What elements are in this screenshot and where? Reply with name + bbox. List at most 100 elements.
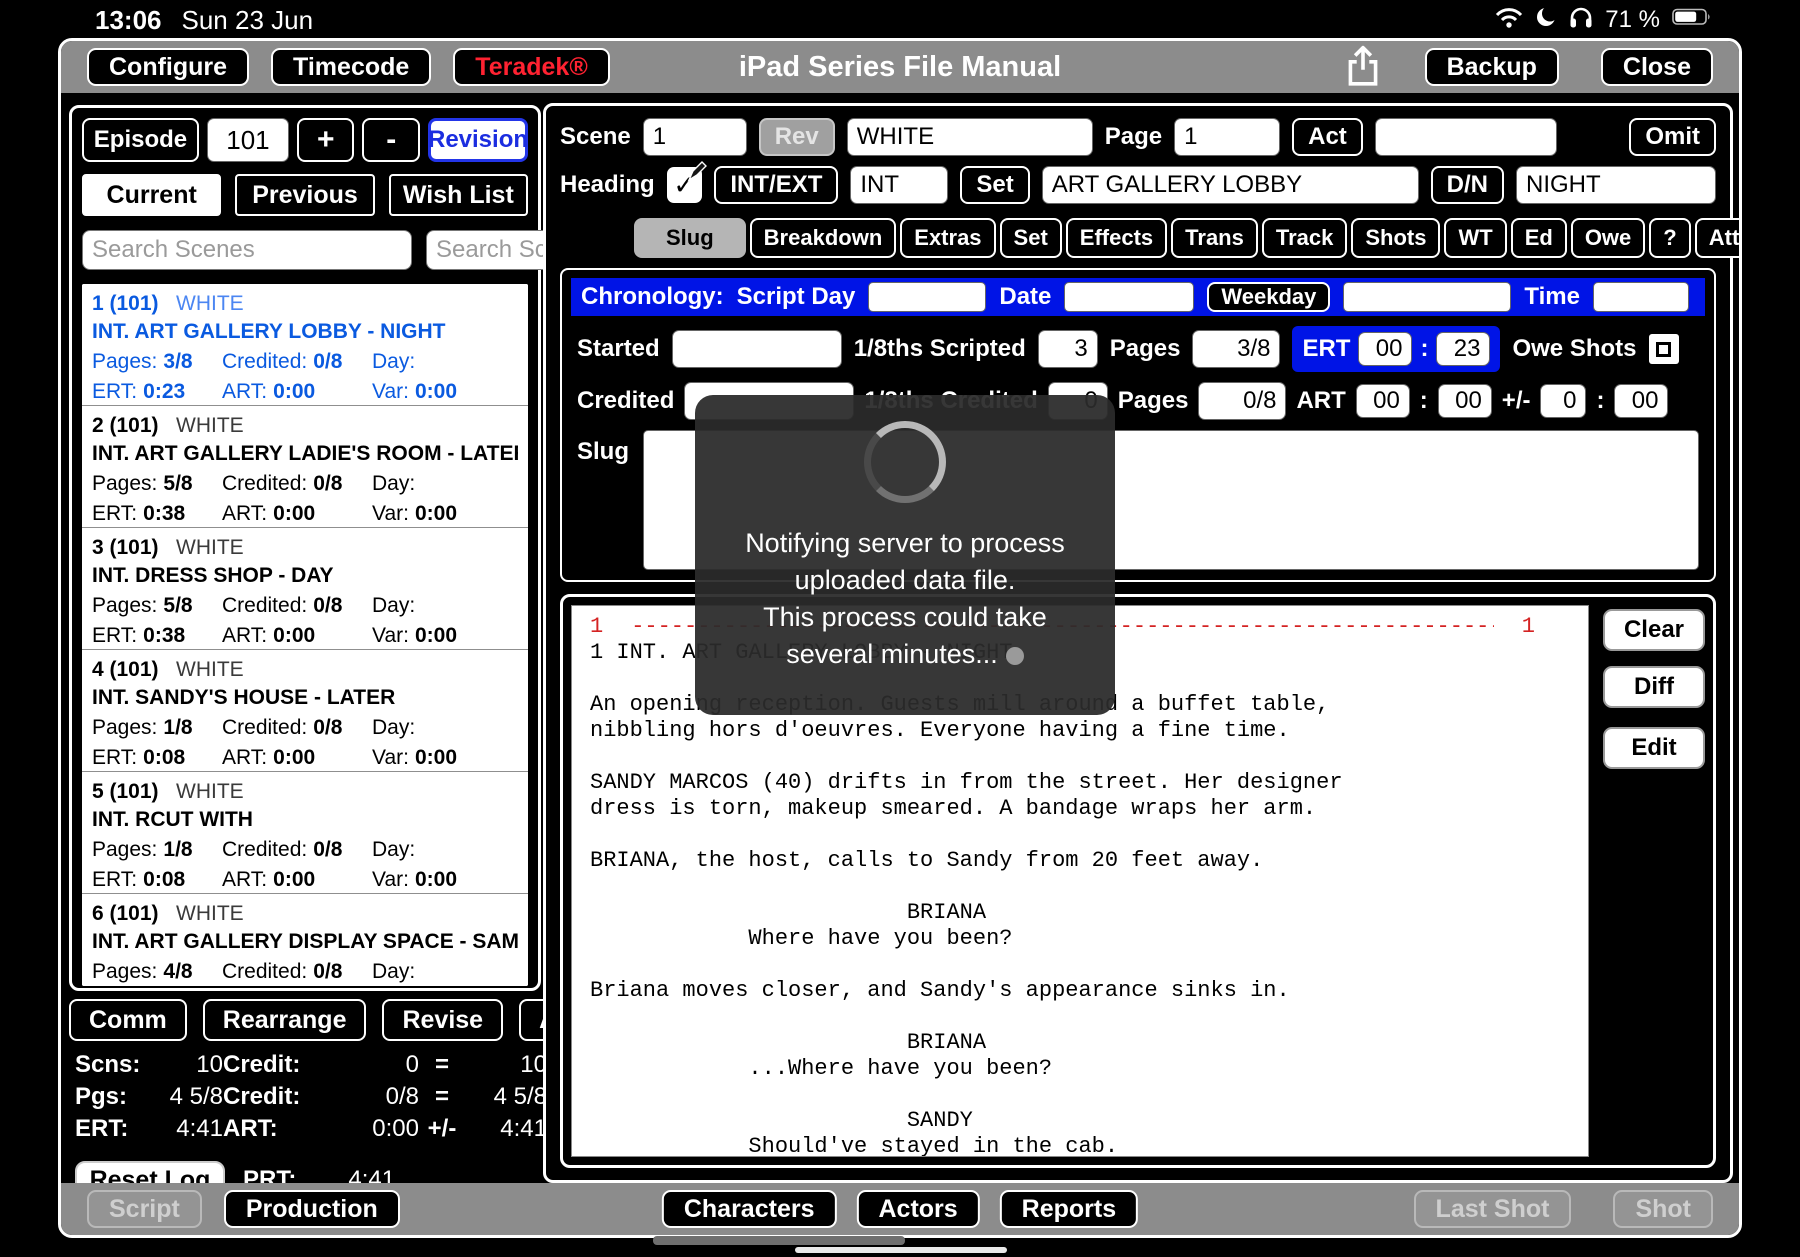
pages-credited-label: Pages — [1118, 387, 1189, 415]
teradek-button[interactable]: Teradek® — [453, 48, 609, 86]
episode-number-input[interactable] — [207, 118, 289, 162]
configure-button[interactable]: Configure — [87, 48, 249, 86]
art-hours-input[interactable] — [1356, 384, 1410, 418]
scene-tab-ed[interactable]: Ed — [1511, 218, 1567, 258]
scene-tab-tab[interactable]: ? — [1649, 218, 1690, 258]
loading-spinner-icon — [864, 421, 946, 503]
omit-button[interactable]: Omit — [1629, 118, 1716, 156]
scene-tab-extras[interactable]: Extras — [900, 218, 995, 258]
scene-list-item[interactable]: 4 (101) WHITE INT. SANDY'S HOUSE - LATER… — [82, 650, 528, 772]
page-input[interactable] — [1174, 118, 1280, 156]
ert-label: ERT — [1302, 335, 1350, 363]
started-input[interactable] — [672, 330, 842, 368]
revision-button[interactable]: Revision — [428, 118, 528, 162]
comm-button[interactable]: Comm — [69, 999, 187, 1041]
ert-hours-input[interactable] — [1358, 332, 1412, 366]
clear-button[interactable]: Clear — [1603, 609, 1705, 651]
scene-number: 5 (101) — [92, 780, 176, 804]
diff-button[interactable]: Diff — [1603, 666, 1705, 708]
int-ext-button[interactable]: INT/EXT — [714, 166, 838, 204]
scene-tab-trans[interactable]: Trans — [1171, 218, 1258, 258]
episode-decrement-button[interactable]: - — [362, 118, 420, 162]
bottom-toolbar: Script Production Characters Actors Repo… — [61, 1183, 1739, 1235]
sidebar-tab-previous[interactable]: Previous — [235, 174, 374, 216]
scene-tab-slug[interactable]: Slug — [634, 218, 746, 258]
scene-list[interactable]: 1 (101) WHITE INT. ART GALLERY LOBBY - N… — [82, 284, 528, 986]
scene-stats-row-1: Pages:5/8 Credited:0/8 Day: — [92, 472, 518, 496]
art-minutes-input[interactable] — [1438, 384, 1492, 418]
scene-tab-attachments[interactable]: Attachments — [1695, 218, 1742, 258]
heading-row: Heading ✓ INT/EXT Set D/N — [560, 166, 1716, 204]
script-nav-button[interactable]: Script — [87, 1190, 202, 1228]
sidebar-tab-current[interactable]: Current — [82, 174, 221, 216]
shot-button[interactable]: Shot — [1613, 1190, 1713, 1228]
revise-button[interactable]: Revise — [382, 999, 503, 1041]
scene-header-row: Scene Rev Page Act Omit — [560, 118, 1716, 156]
reports-nav-button[interactable]: Reports — [1000, 1190, 1138, 1228]
rearrange-button[interactable]: Rearrange — [203, 999, 367, 1041]
scene-tab-breakdown[interactable]: Breakdown — [750, 218, 897, 258]
set-button[interactable]: Set — [960, 166, 1029, 204]
weekday-button[interactable]: Weekday — [1207, 282, 1330, 312]
scene-tab-effects[interactable]: Effects — [1066, 218, 1167, 258]
time-input[interactable] — [1593, 282, 1689, 312]
characters-nav-button[interactable]: Characters — [662, 1190, 837, 1228]
scene-tab-shots[interactable]: Shots — [1351, 218, 1440, 258]
share-icon[interactable] — [1343, 43, 1383, 92]
search-scenes-input[interactable] — [82, 230, 412, 270]
sidebar-tab-wish-list[interactable]: Wish List — [389, 174, 528, 216]
heading-edit-checkbox[interactable]: ✓ — [667, 167, 703, 203]
scene-tab-set[interactable]: Set — [1000, 218, 1062, 258]
scene-slugline: INT. SANDY'S HOUSE - LATER — [92, 686, 518, 710]
scene-list-item[interactable]: 3 (101) WHITE INT. DRESS SHOP - DAY Page… — [82, 528, 528, 650]
timecode-button[interactable]: Timecode — [271, 48, 431, 86]
weekday-input[interactable] — [1343, 282, 1511, 312]
home-indicator[interactable] — [795, 1247, 1007, 1253]
act-button[interactable]: Act — [1292, 118, 1363, 156]
day-night-input[interactable] — [1516, 166, 1716, 204]
pages-credited-input[interactable] — [1198, 382, 1286, 420]
sidebar-actions: CommRearrangeReviseAdd — [69, 999, 541, 1041]
scene-tab-wt[interactable]: WT — [1444, 218, 1506, 258]
scene-slugline: INT. ART GALLERY DISPLAY SPACE - SAME... — [92, 930, 518, 954]
int-ext-input[interactable] — [850, 166, 948, 204]
variance-hours-input[interactable] — [1540, 384, 1586, 418]
chronology-bar: Chronology: Script Day Date Weekday Time — [571, 278, 1705, 316]
window-title: iPad Series File Manual — [739, 51, 1061, 84]
set-input[interactable] — [1042, 166, 1419, 204]
scene-tab-owe[interactable]: Owe — [1571, 218, 1645, 258]
production-nav-button[interactable]: Production — [224, 1190, 400, 1228]
pencil-icon — [685, 158, 709, 182]
day-night-button[interactable]: D/N — [1431, 166, 1504, 204]
scene-tab-track[interactable]: Track — [1262, 218, 1348, 258]
close-button[interactable]: Close — [1601, 48, 1713, 86]
date-input[interactable] — [1064, 282, 1194, 312]
pages-scripted-input[interactable] — [1192, 330, 1280, 368]
bottom-accessory-bar — [653, 1236, 905, 1245]
script-day-input[interactable] — [868, 282, 986, 312]
backup-button[interactable]: Backup — [1425, 48, 1559, 86]
owe-shots-label: Owe Shots — [1512, 335, 1636, 363]
scene-stats-row-2: ERT:0:23 ART:0:00 Var:0:00 — [92, 380, 518, 404]
scene-list-item[interactable]: 6 (101) WHITE INT. ART GALLERY DISPLAY S… — [82, 894, 528, 986]
scene-list-item[interactable]: 2 (101) WHITE INT. ART GALLERY LADIE'S R… — [82, 406, 528, 528]
last-shot-button[interactable]: Last Shot — [1414, 1190, 1572, 1228]
episode-button[interactable]: Episode — [82, 118, 199, 162]
eighths-scripted-input[interactable] — [1038, 330, 1098, 368]
owe-shots-checkbox[interactable] — [1649, 334, 1679, 364]
scene-number-input[interactable] — [643, 118, 747, 156]
scene-label: Scene — [560, 123, 631, 151]
scene-list-item[interactable]: 5 (101) WHITE INT. RCUT WITH Pages:1/8 C… — [82, 772, 528, 894]
ert-minutes-input[interactable] — [1436, 332, 1490, 366]
rev-button[interactable]: Rev — [759, 118, 835, 156]
episode-increment-button[interactable]: + — [297, 118, 355, 162]
ert-group: ERT : — [1292, 326, 1500, 372]
variance-minutes-input[interactable] — [1614, 384, 1668, 418]
act-input[interactable] — [1375, 118, 1557, 156]
scene-list-item[interactable]: 1 (101) WHITE INT. ART GALLERY LOBBY - N… — [82, 284, 528, 406]
revision-color-input[interactable] — [847, 118, 1093, 156]
headphones-icon — [1569, 6, 1593, 35]
actors-nav-button[interactable]: Actors — [856, 1190, 979, 1228]
script-text: 1 INT. ART GALLERY LOBBY - NIGHT An open… — [590, 640, 1588, 1157]
edit-button[interactable]: Edit — [1603, 727, 1705, 769]
